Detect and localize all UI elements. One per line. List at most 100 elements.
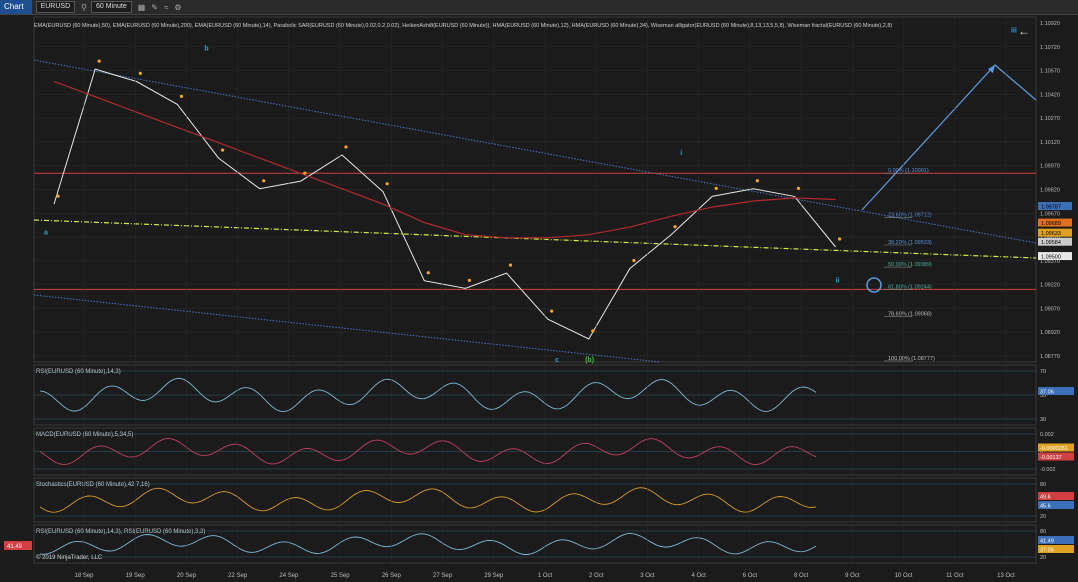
sar-dot [550,309,554,313]
fib-level-label: 0.00% (1.10001) [888,168,929,174]
sar-dot [838,237,842,241]
sar-dot [220,148,225,152]
instrument-selector[interactable]: EURUSD [35,1,76,13]
macd-panel: MACD(EURUSD (60 Minute),5,34,5)0.0020-0.… [33,427,1074,476]
drawing-tools-icon[interactable]: ✎ [151,3,158,12]
indicator-value-label: 45.6 [1040,504,1051,510]
indicator-tick-label: 70 [1040,369,1046,375]
price-tag-label: 1.09584 [1041,240,1061,246]
sar-dot [591,329,595,333]
stochastics-panel: Stochastics(EURUSD (60 Minute),42,7,16) 8… [33,477,1074,523]
sar-dot [262,179,266,183]
fib-level-label: 61.80% (1.09244) [888,284,932,290]
sar-dot [426,271,430,275]
indicator-title: RSI(EURUSD (60 Minute),14,3) [36,369,121,375]
time-tick-label: 4 Oct [691,573,706,579]
time-tick-label: 22 Sep [228,573,248,579]
indicator-tick-label: 20 [1040,555,1046,561]
price-tick-label: 1.08920 [1040,330,1060,336]
indicator-tick-label: -0.002 [1040,467,1056,473]
search-icon[interactable]: ⚲ [81,3,87,12]
indicator-tick-label: 80 [1040,529,1046,535]
time-tick-label: 8 Oct [794,573,809,579]
price-tick-label: 1.08770 [1040,354,1060,360]
time-tick-label: 25 Sep [331,573,351,579]
sar-dot [673,225,677,229]
indicator-title: RSI(EURUSD (60 Minute),14,3), RSI(EURUSD… [36,529,205,535]
fib-level-label: 23.60% (1.09712) [888,213,932,219]
price-tick-label: 1.10920 [1040,21,1060,27]
indicator-value-label: -0.00137 [1040,455,1062,461]
time-tick-label: 2 Oct [589,573,604,579]
price-tick-label: 1.09220 [1040,283,1060,289]
chart-toolbar: Chart EURUSD ⚲ 60 Minute ▦ ✎ ≈ ⚙ [0,0,1078,15]
indicator-value-label: 41.49 [1040,539,1054,545]
indicator-tick-label: 30 [1040,417,1046,423]
sar-dot [796,186,801,190]
indicator-title: MACD(EURUSD (60 Minute),5,34,5) [36,432,133,438]
indicator-panels: RSI(EURUSD (60 Minute),14,3) 70503037.06M… [4,364,1074,564]
price-tick-label: 1.10120 [1040,140,1060,146]
price-tag-label: 1.09500 [1041,255,1061,261]
indicator-header: EMA(EURUSD (60 Minute),50), EMA(EURUSD (… [34,23,892,29]
price-tick-label: 1.09970 [1040,164,1060,170]
price-tick-label: 1.10570 [1040,69,1060,75]
fib-level-label: 38.20% (1.09533) [888,240,932,246]
sar-dot [632,258,636,263]
back-arrow-icon[interactable]: ← [1018,24,1030,38]
timeframe-selector[interactable]: 60 Minute [90,1,132,13]
wave-label: ii [836,277,840,284]
indicator-tick-label: 80 [1040,482,1046,488]
time-tick-label: 19 Sep [126,573,146,579]
wave-label: (b) [585,357,594,364]
indicator-title: Stochastics(EURUSD (60 Minute),42,7,16) [36,482,150,488]
rsi-dual-panel: RSI(EURUSD (60 Minute),14,3), RSI(EURUSD… [33,524,1074,564]
copyright-text: © 2019 NinjaTrader, LLC [36,554,103,561]
price-tick-label: 1.09820 [1040,188,1060,194]
rsi-panel: RSI(EURUSD (60 Minute),14,3) 70503037.06 [33,364,1074,426]
wave-label: a [44,230,48,237]
time-tick-label: 20 Sep [177,573,197,579]
sar-dot [56,194,60,198]
time-tick-label: 10 Oct [895,573,913,579]
sar-dot [755,179,759,183]
price-tick-label: 1.10420 [1040,92,1060,98]
left-value-label: 41.49 [7,544,23,550]
price-tag-label: 1.09689 [1041,221,1061,227]
sar-dot [97,59,101,63]
time-tick-label: 13 Oct [997,573,1015,579]
sar-dot [467,278,471,282]
fib-level-label: 78.60% (1.09068) [888,311,932,317]
time-tick-label: 3 Oct [640,573,655,579]
sar-dot [714,186,718,190]
wave-label: iii [1011,27,1017,34]
sar-dot [303,171,307,175]
bar-type-icon[interactable]: ▦ [138,3,146,12]
price-panel: 1.10920 1.10720 1.10570 1.10420 1.10270 1.101… [33,16,1072,364]
sar-dot [138,71,142,75]
wave-label: c [555,357,559,364]
time-tick-label: 27 Sep [433,573,453,579]
time-tick-label: 1 Oct [538,573,553,579]
price-tick-label: 1.09070 [1040,306,1060,312]
time-tick-label: 18 Sep [74,573,94,579]
fib-level-label: 100.00% (1.08777) [888,356,935,362]
properties-icon[interactable]: ⚙ [174,3,181,12]
chart-window-title: Chart [0,0,32,14]
sar-dot [344,145,348,149]
price-tag-label: 1.09787 [1041,205,1061,211]
indicator-value-label: 37.06 [1040,548,1054,554]
time-tick-label: 11 Oct [946,573,964,579]
indicator-tick-label: 20 [1040,514,1046,520]
indicator-value-label: 49.6 [1040,495,1051,501]
sar-dot [508,263,513,267]
time-tick-label: 24 Sep [279,573,299,579]
indicator-value-label: -0.0000261 [1040,446,1068,452]
time-tick-label: 9 Oct [845,573,860,579]
indicator-value-label: 37.06 [1040,390,1054,396]
chart-canvas[interactable]: 1.10920 1.10720 1.10570 1.10420 1.10270 1.101… [0,15,1078,582]
time-tick-label: 26 Sep [382,573,402,579]
price-tick-label: 1.10270 [1040,116,1060,122]
indicator-plot-area [33,477,1037,523]
indicators-icon[interactable]: ≈ [164,3,168,12]
